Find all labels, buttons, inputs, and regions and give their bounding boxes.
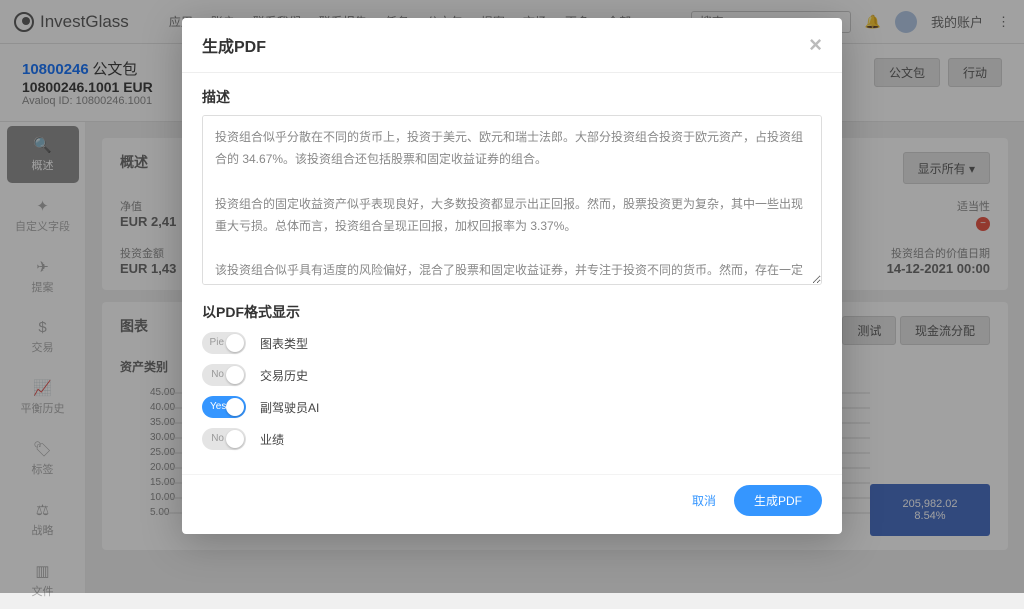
toggle-performance[interactable]: No: [202, 428, 246, 450]
generate-pdf-modal: 生成PDF × 描述 以PDF格式显示 Pie 图表类型 No 交易历史 Yes…: [182, 18, 842, 534]
toggle-trade-history-label: 交易历史: [260, 367, 308, 384]
generate-pdf-button[interactable]: 生成PDF: [734, 485, 822, 516]
toggle-copilot-ai[interactable]: Yes: [202, 396, 246, 418]
toggle-chart-type[interactable]: Pie: [202, 332, 246, 354]
description-textarea[interactable]: [202, 115, 822, 285]
toggle-copilot-ai-label: 副驾驶员AI: [260, 399, 319, 416]
modal-backdrop[interactable]: 生成PDF × 描述 以PDF格式显示 Pie 图表类型 No 交易历史 Yes…: [0, 0, 1024, 593]
close-icon[interactable]: ×: [809, 32, 822, 58]
toggle-chart-type-label: 图表类型: [260, 335, 308, 352]
pdf-display-section: 以PDF格式显示: [202, 302, 822, 322]
description-label: 描述: [202, 87, 822, 107]
cancel-link[interactable]: 取消: [692, 492, 716, 509]
toggle-trade-history[interactable]: No: [202, 364, 246, 386]
toggle-performance-label: 业绩: [260, 431, 284, 448]
modal-title: 生成PDF: [202, 33, 266, 57]
